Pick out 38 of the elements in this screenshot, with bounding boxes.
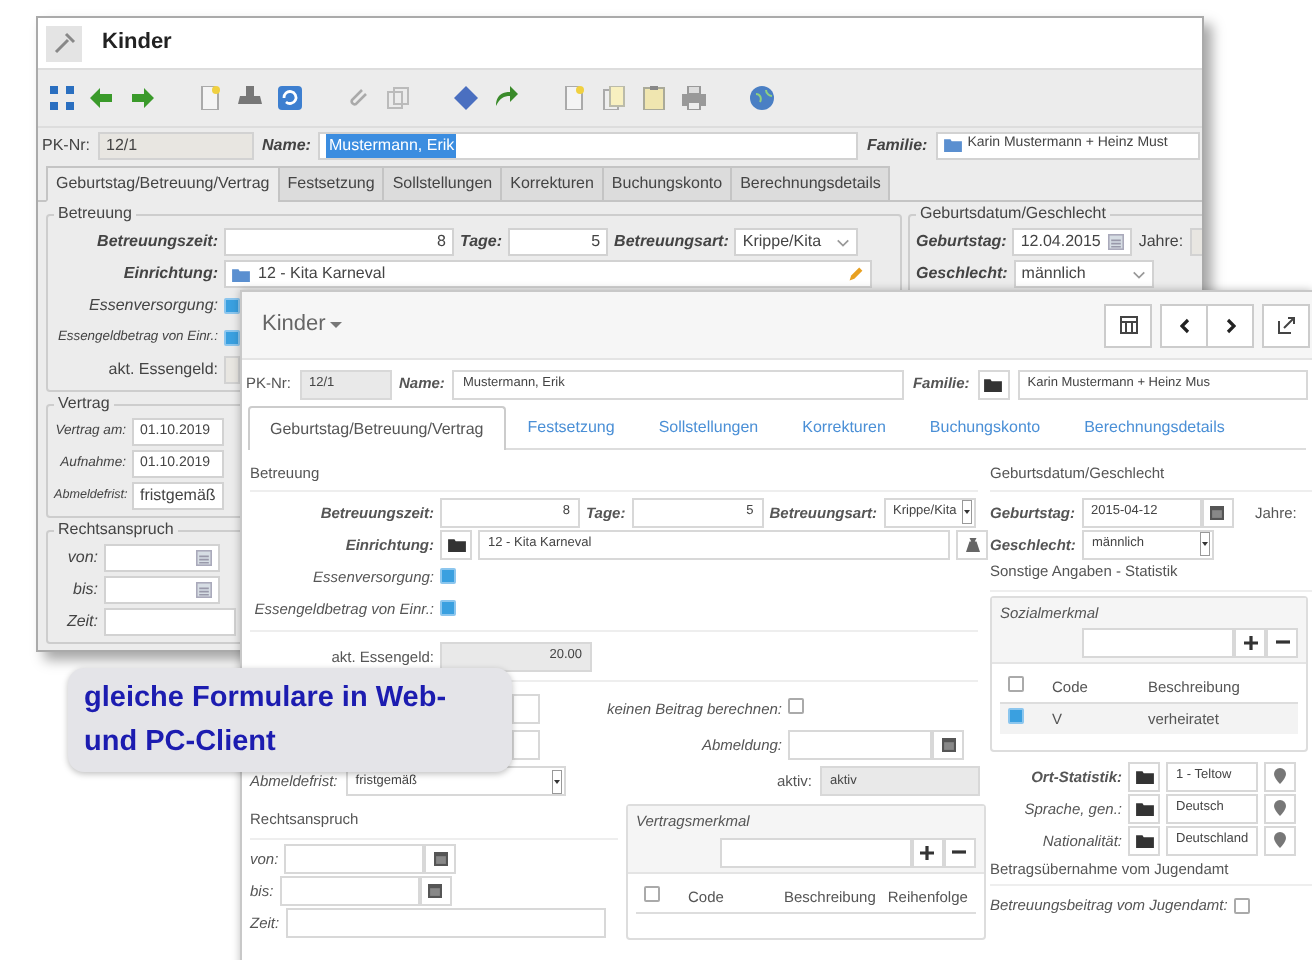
field-label: Zeit: — [64, 610, 98, 634]
field-label: Betreuungszeit: — [95, 230, 218, 254]
field-label: akt. Essengeld: — [106, 358, 218, 382]
lookup-field[interactable]: 12 - Kita Karneval — [224, 260, 872, 288]
dropdown[interactable]: fristgemäß — [132, 482, 224, 510]
field-label: Tage: — [460, 230, 503, 254]
date-field[interactable]: 12.04.2015 — [1012, 228, 1133, 256]
text-field[interactable]: 8 — [224, 228, 454, 256]
field-label: Jahre: — [1138, 230, 1184, 254]
tab[interactable]: Sollstellungen — [382, 166, 503, 202]
group-title: Betreuung — [54, 204, 136, 224]
tab[interactable]: Korrekturen — [500, 166, 604, 202]
tab[interactable]: Geburtstag/Betreuung/Vertrag — [46, 166, 280, 202]
field-label: Geburtstag: — [916, 230, 1007, 254]
dropdown[interactable]: männlich — [1013, 260, 1154, 288]
selected-text: Mustermann, Erik — [326, 133, 457, 157]
tab[interactable]: Buchungskonto — [601, 166, 733, 202]
text-field[interactable]: 5 — [508, 228, 609, 256]
field-label: Familie: — [866, 133, 928, 157]
field-label: Name: — [262, 133, 311, 157]
field-label: Einrichtung: — [121, 262, 218, 286]
tab[interactable]: Berechnungsdetails — [730, 166, 891, 202]
field-value: 12 - Kita Karneval — [258, 262, 386, 286]
group-title: Vertrag — [54, 394, 114, 414]
field-label: bis: — [71, 578, 98, 602]
dropdown[interactable]: Krippe/Kita — [734, 228, 859, 256]
field-label: Geschlecht: — [916, 262, 1008, 286]
window-title: Kinder — [102, 28, 172, 59]
window-title-menu[interactable]: Kinder — [262, 308, 342, 342]
callout-label: gleiche Formulare in Web- und PC-Client — [68, 668, 512, 772]
tab[interactable]: Geburtstag/Betreuung/Vertrag — [248, 406, 506, 450]
tab[interactable]: Festsetzung — [277, 166, 385, 202]
field-label: Betreuungsart: — [614, 230, 729, 254]
field-label: PK-Nr: — [42, 133, 90, 157]
field-label: Essenversorgung: — [87, 294, 218, 318]
field-label: von: — [65, 546, 98, 570]
group-title: Geburtsdatum/Geschlecht — [916, 204, 1110, 224]
group-title: Rechtsanspruch — [54, 520, 178, 540]
